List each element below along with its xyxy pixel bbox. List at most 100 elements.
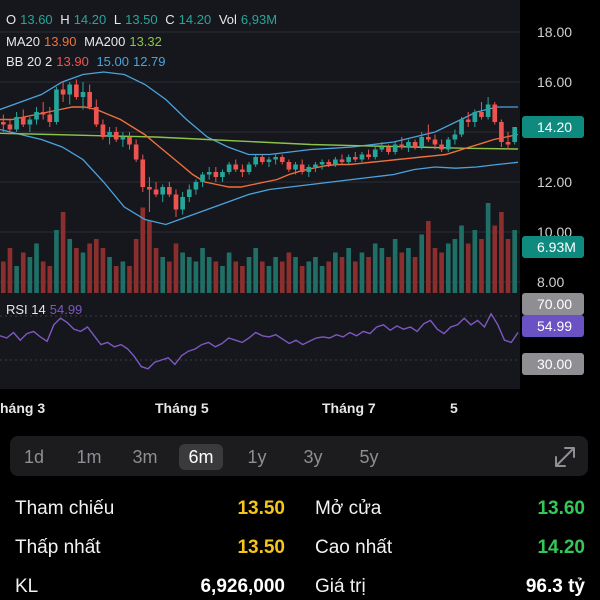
candle-body <box>505 142 511 145</box>
rsi-70-badge: 70.00 <box>537 296 572 312</box>
volume-bar <box>293 257 298 293</box>
candle-body <box>479 112 484 117</box>
volume-bar <box>326 261 332 293</box>
volume-stat-label: KL <box>15 576 39 597</box>
candle-body <box>167 187 172 195</box>
range-1d[interactable]: 1d <box>12 444 56 470</box>
candle-body <box>140 159 146 187</box>
candle-body <box>220 172 225 177</box>
value-stat-label: Giá trị <box>315 576 366 597</box>
candle-body <box>259 157 265 162</box>
volume-badge: 6.93M <box>537 239 576 255</box>
candle-body <box>492 104 498 122</box>
volume-bar <box>259 261 265 293</box>
range-3m[interactable]: 3m <box>123 444 167 470</box>
vol-value: 6,93M <box>240 12 278 27</box>
candle-body <box>352 157 358 160</box>
range-6m[interactable]: 6m <box>179 444 223 470</box>
x-axis-label: Tháng 5 <box>155 400 209 416</box>
volume-bar <box>505 239 511 293</box>
price-badge: 14.20 <box>537 119 572 135</box>
volume-bar <box>419 234 425 293</box>
volume-bar <box>445 243 451 293</box>
candle-body <box>100 124 106 137</box>
candle-body <box>193 182 199 190</box>
candle-body <box>0 122 6 125</box>
candle-body <box>319 162 325 165</box>
candle-body <box>180 197 185 210</box>
volume-bar <box>127 266 132 293</box>
bb-label: BB 20 2 <box>6 54 53 69</box>
candle-body <box>485 104 491 117</box>
volume-bar <box>253 248 259 293</box>
volume-bar <box>465 243 471 293</box>
volume-bar <box>233 261 239 293</box>
candle-body <box>27 119 33 125</box>
volume-bar <box>432 248 438 293</box>
high-stat-value: 14.20 <box>537 537 585 558</box>
x-axis-label: 5 <box>450 400 458 416</box>
range-3y[interactable]: 3y <box>291 444 335 470</box>
volume-bar <box>74 248 79 293</box>
volume-bar <box>452 239 458 293</box>
candle-body <box>472 112 478 122</box>
volume-bar <box>386 257 391 293</box>
volume-bar <box>313 257 318 293</box>
volume-bar <box>47 266 53 293</box>
expand-icon[interactable] <box>552 444 578 470</box>
ma200-label: MA200 <box>84 34 126 49</box>
rsi-value: 54.99 <box>49 302 83 317</box>
range-1m[interactable]: 1m <box>67 444 111 470</box>
volume-bar <box>459 225 464 293</box>
open-stat-label: Mở cửa <box>315 498 382 519</box>
volume-bar <box>120 261 126 293</box>
volume-bar <box>153 248 159 293</box>
candle-body <box>74 84 79 97</box>
price-tick-label: 16.00 <box>537 74 572 90</box>
candle-body <box>452 134 458 140</box>
candle-body <box>133 144 139 160</box>
candle-body <box>445 139 451 150</box>
range-5y[interactable]: 5y <box>347 444 391 470</box>
candle-body <box>186 189 192 197</box>
ma-legend: MA20 13.90 MA200 13.32 <box>6 34 166 49</box>
ma20-value: 13.90 <box>43 34 77 49</box>
candle-body <box>299 164 305 172</box>
volume-bar <box>279 261 285 293</box>
volume-bar <box>226 252 232 293</box>
candle-body <box>113 132 119 140</box>
volume-bar <box>0 261 6 293</box>
candle-body <box>120 137 126 140</box>
candle-body <box>293 164 298 170</box>
candle-body <box>426 137 431 140</box>
candle-body <box>379 147 385 150</box>
candle-body <box>313 164 318 167</box>
candle-body <box>14 117 19 130</box>
candle-body <box>366 154 371 157</box>
ma200-value: 13.32 <box>129 34 162 49</box>
candle-body <box>419 137 425 147</box>
price-tick-label: 8.00 <box>537 274 564 290</box>
candle-body <box>273 157 278 160</box>
volume-bar <box>80 252 86 293</box>
volume-bar <box>472 230 478 293</box>
candle-body <box>512 127 518 142</box>
low-label: L <box>113 12 122 27</box>
open-value: 13.60 <box>20 12 53 27</box>
volume-bar <box>67 239 73 293</box>
candle-body <box>499 122 504 142</box>
volume-bar <box>180 252 185 293</box>
candle-body <box>127 137 132 145</box>
volume-bar <box>220 266 225 293</box>
x-axis-label: háng 3 <box>0 400 45 416</box>
volume-bar <box>266 266 272 293</box>
volume-bar <box>392 239 398 293</box>
candle-body <box>34 112 39 120</box>
volume-bar <box>200 248 205 293</box>
volume-bar <box>40 261 46 293</box>
candle-body <box>326 162 332 165</box>
range-1y[interactable]: 1y <box>235 444 279 470</box>
candle-body <box>153 189 159 195</box>
candle-body <box>406 142 411 147</box>
rsi-label: RSI 14 <box>6 302 46 317</box>
